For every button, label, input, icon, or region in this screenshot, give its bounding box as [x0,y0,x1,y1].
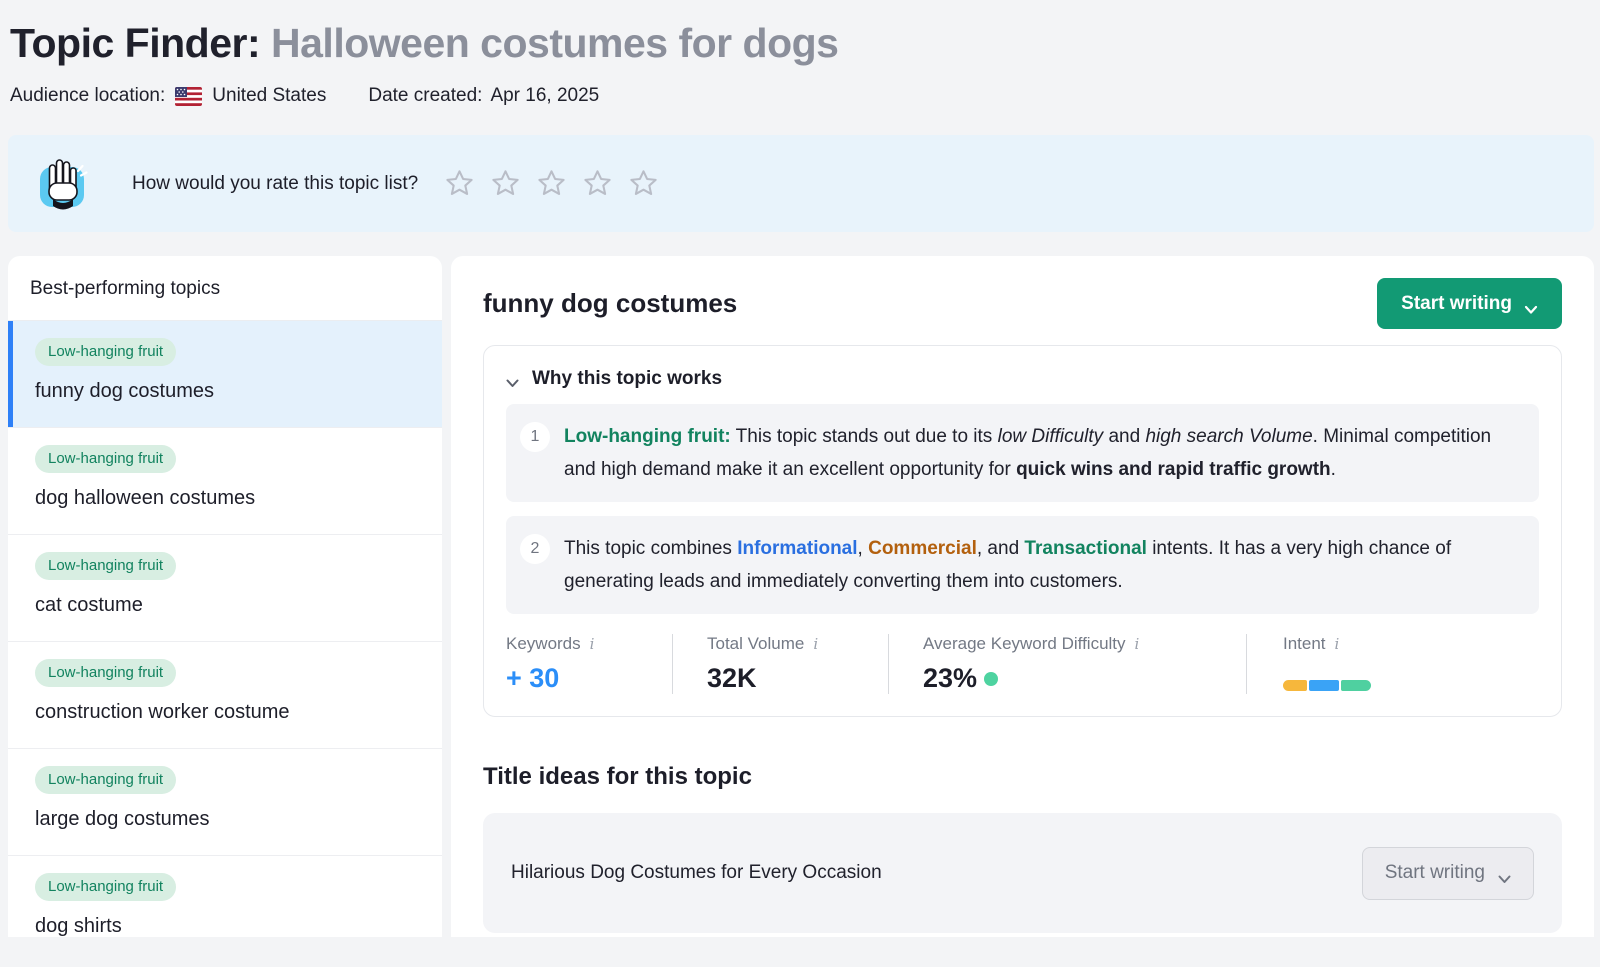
why-topic-works-title: Why this topic works [532,368,722,390]
text-segment: Transactional [1024,538,1147,559]
us-flag-icon [175,87,202,106]
low-hanging-fruit-badge: Low-hanging fruit [35,766,176,794]
topic-list-item[interactable]: Low-hanging fruit large dog costumes [8,749,442,856]
point-number: 2 [520,534,550,564]
page-subtitle: Audience location: United States Date cr… [10,85,1594,107]
page-title: Topic Finder: Halloween costumes for dog… [10,20,1594,67]
topic-detail-header: funny dog costumes Start writing [483,278,1562,329]
why-point-2: 2 This topic combines Informational, Com… [506,516,1539,614]
page-title-query: Halloween costumes for dogs [271,20,838,66]
audience-location-value: United States [212,85,326,107]
text-segment: Informational [737,538,857,559]
topic-list: Low-hanging fruitfunny dog costumesLow-h… [8,321,442,937]
keywords-value: + 30 [506,663,672,694]
star-outline-icon[interactable] [582,168,613,199]
stat-intent: Intent i [1246,634,1539,694]
text-segment: Low-hanging fruit: [564,426,731,447]
star-outline-icon[interactable] [444,168,475,199]
text-segment: low Difficulty [998,426,1104,447]
start-writing-idea-button[interactable]: Start writing [1362,847,1534,900]
text-segment: This topic stands out due to its [731,426,998,447]
why-topic-works-card: Why this topic works 1 Low-hanging fruit… [483,345,1562,717]
point-text: Low-hanging fruit: This topic stands out… [564,420,1519,486]
title-idea-card: Hilarious Dog Costumes for Every Occasio… [483,813,1562,933]
waving-hand-icon [36,155,88,213]
topic-list-item[interactable]: Low-hanging fruit construction worker cos… [8,642,442,749]
start-writing-button[interactable]: Start writing [1377,278,1562,329]
avg-difficulty-label: Average Keyword Difficulty [923,634,1126,654]
intent-bar-segment [1309,680,1339,691]
date-created-value: Apr 16, 2025 [490,85,599,107]
chevron-down-icon [506,375,519,384]
star-outline-icon[interactable] [536,168,567,199]
low-hanging-fruit-badge: Low-hanging fruit [35,445,176,473]
text-segment: quick wins and rapid traffic growth [1016,459,1331,480]
stat-total-volume: Total Volume i 32K [672,634,888,694]
date-created-label: Date created: [368,85,482,107]
rating-question: How would you rate this topic list? [132,173,418,195]
info-icon[interactable]: i [1335,635,1340,653]
topic-label: large dog costumes [35,808,418,831]
title-idea-text: Hilarious Dog Costumes for Every Occasio… [511,862,882,884]
sidebar-header: Best-performing topics [8,256,442,321]
low-hanging-fruit-badge: Low-hanging fruit [35,552,176,580]
text-segment: , [858,538,869,559]
keywords-label: Keywords [506,634,581,654]
page-title-prefix: Topic Finder: [10,20,271,66]
low-hanging-fruit-badge: Low-hanging fruit [35,659,176,687]
date-created: Date created: Apr 16, 2025 [368,85,599,107]
green-dot-icon [984,672,998,686]
stat-avg-keyword-difficulty: Average Keyword Difficulty i 23% [888,634,1246,694]
info-icon[interactable]: i [590,635,595,653]
intent-bar-segment [1283,680,1307,691]
start-writing-label: Start writing [1401,293,1512,315]
text-segment: . [1331,459,1336,480]
title-ideas-heading: Title ideas for this topic [483,763,1562,791]
text-segment: , and [977,538,1025,559]
text-segment: high search Volume [1145,426,1312,447]
topic-stats-row: Keywords i + 30 Total Volume i 32K [506,634,1539,694]
avg-difficulty-value: 23% [923,663,977,694]
intent-bars [1283,680,1539,691]
audience-location-label: Audience location: [10,85,165,107]
chevron-down-icon [1524,299,1538,309]
topic-finder-page: Topic Finder: Halloween costumes for dog… [0,0,1600,937]
topic-label: construction worker costume [35,701,418,724]
star-outline-icon[interactable] [490,168,521,199]
topic-list-item[interactable]: Low-hanging fruit funny dog costumes [8,321,442,428]
rating-banner: How would you rate this topic list? [8,135,1594,232]
topic-label: cat costume [35,594,418,617]
intent-bar-segment [1341,680,1371,691]
text-segment: and [1103,426,1145,447]
star-outline-icon[interactable] [628,168,659,199]
topic-label: funny dog costumes [35,380,418,403]
total-volume-value: 32K [707,663,888,694]
info-icon[interactable]: i [1135,635,1140,653]
topic-label: dog halloween costumes [35,487,418,510]
info-icon[interactable]: i [813,635,818,653]
topic-list-item[interactable]: Low-hanging fruit dog shirts [8,856,442,937]
point-text: This topic combines Informational, Comme… [564,532,1519,598]
text-segment: This topic combines [564,538,737,559]
topic-list-item[interactable]: Low-hanging fruit dog halloween costumes [8,428,442,535]
stat-keywords: Keywords i + 30 [506,634,672,694]
topic-detail-panel: funny dog costumes Start writing Why thi… [451,256,1594,937]
content-row: Best-performing topics Low-hanging fruit… [8,256,1594,937]
intent-label: Intent [1283,634,1326,654]
topic-label: dog shirts [35,915,418,937]
text-segment: Commercial [868,538,977,559]
point-number: 1 [520,422,550,452]
total-volume-label: Total Volume [707,634,804,654]
rating-stars [444,168,659,199]
best-performing-topics-panel: Best-performing topics Low-hanging fruit… [8,256,442,937]
chevron-down-icon [1497,868,1511,878]
low-hanging-fruit-badge: Low-hanging fruit [35,873,176,901]
why-topic-works-toggle[interactable]: Why this topic works [506,368,1539,390]
low-hanging-fruit-badge: Low-hanging fruit [35,338,176,366]
topic-list-item[interactable]: Low-hanging fruit cat costume [8,535,442,642]
selected-topic-title: funny dog costumes [483,288,737,319]
start-writing-idea-label: Start writing [1385,862,1485,884]
why-point-1: 1 Low-hanging fruit: This topic stands o… [506,404,1539,502]
